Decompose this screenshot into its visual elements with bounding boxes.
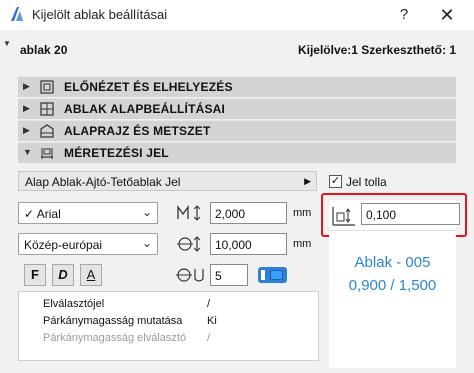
section-preview-placement[interactable]: ▶ ELŐNÉZET ÉS ELHELYEZÉS — [18, 76, 456, 97]
list-item[interactable]: Párkánymagasság mutatása Ki — [19, 314, 319, 330]
pen-color-swatch[interactable] — [258, 267, 287, 283]
preview-line-2: 0,900 / 1,500 — [348, 277, 437, 294]
floor-plan-icon — [40, 124, 54, 138]
pen-number-input[interactable]: 5 — [210, 264, 248, 286]
window-settings-icon — [40, 102, 54, 116]
section-label: ABLAK ALAPBEÁLLÍTÁSAI — [64, 102, 226, 116]
window-title: Kijelölt ablak beállításai — [32, 7, 168, 22]
expand-arrow-icon: ▶ — [23, 81, 30, 91]
section-label: MÉRETEZÉSI JEL — [64, 146, 169, 160]
bold-button[interactable]: F — [24, 264, 46, 286]
font-select[interactable]: ✓ Arial ⌄ — [18, 202, 158, 224]
marker-type-dropdown[interactable]: Alap Ablak-Ajtó-Tetőablak Jel ▶ — [18, 171, 317, 191]
chevron-down-icon: ⌄ — [141, 205, 152, 219]
section-label: ELŐNÉZET ÉS ELHELYEZÉS — [64, 80, 233, 94]
selection-info: Kijelölve:1 Szerkeszthető: 1 — [297, 43, 456, 57]
underline-button[interactable]: A — [80, 264, 102, 286]
section-dimension-marker[interactable]: ▼ MÉRETEZÉSI JEL — [18, 142, 456, 163]
text-height-input[interactable]: 2,000 — [210, 202, 287, 224]
expand-arrow-icon: ▶ — [23, 125, 30, 135]
pen-icon — [176, 268, 204, 282]
element-name: ablak 20 — [20, 43, 68, 57]
property-list: Elválasztójel / Párkánymagasság mutatása… — [18, 291, 319, 361]
offset-input[interactable]: 10,000 — [210, 233, 287, 255]
help-button[interactable]: ? — [393, 4, 415, 26]
dropdown-arrow-icon: ▶ — [304, 176, 311, 186]
encoding-select[interactable]: Közép-európai ⌄ — [18, 233, 158, 255]
italic-button[interactable]: D — [52, 264, 74, 286]
marker-type-value: Alap Ablak-Ajtó-Tetőablak Jel — [25, 175, 181, 189]
expand-arrow-icon: ▶ — [23, 103, 30, 113]
list-item: Párkánymagasság elválasztó / — [43, 332, 211, 344]
dimension-marker-icon — [41, 148, 53, 159]
offset-icon — [177, 236, 201, 252]
panel-collapse-icon[interactable]: ▼ — [3, 39, 11, 48]
marker-pen-checkbox[interactable]: ✓ — [329, 175, 342, 188]
section-window-settings[interactable]: ▶ ABLAK ALAPBEÁLLÍTÁSAI — [18, 98, 456, 119]
text-height-unit: mm — [293, 207, 312, 219]
font-value: ✓ Arial — [24, 207, 61, 221]
offset-unit: mm — [293, 238, 312, 250]
marker-preview: Ablak - 005 0,900 / 1,500 — [329, 230, 456, 368]
list-item[interactable]: Elválasztójel / — [19, 297, 319, 313]
section-floorplan-section[interactable]: ▶ ALAPRAJZ ÉS METSZET — [18, 120, 456, 141]
text-height-icon — [177, 204, 201, 221]
title-bar: Kijelölt ablak beállításai ? ✕ — [0, 0, 474, 30]
encoding-value: Közép-európai — [24, 238, 103, 252]
collapse-arrow-icon: ▼ — [23, 147, 32, 157]
close-button[interactable]: ✕ — [436, 4, 458, 26]
preview-line-1: Ablak - 005 — [354, 254, 431, 271]
chevron-down-icon: ⌄ — [141, 236, 152, 250]
marker-pen-label: Jel tolla — [346, 175, 387, 189]
archicad-logo-icon — [11, 7, 23, 21]
section-label: ALAPRAJZ ÉS METSZET — [64, 124, 211, 138]
preview-placement-icon — [40, 80, 54, 94]
